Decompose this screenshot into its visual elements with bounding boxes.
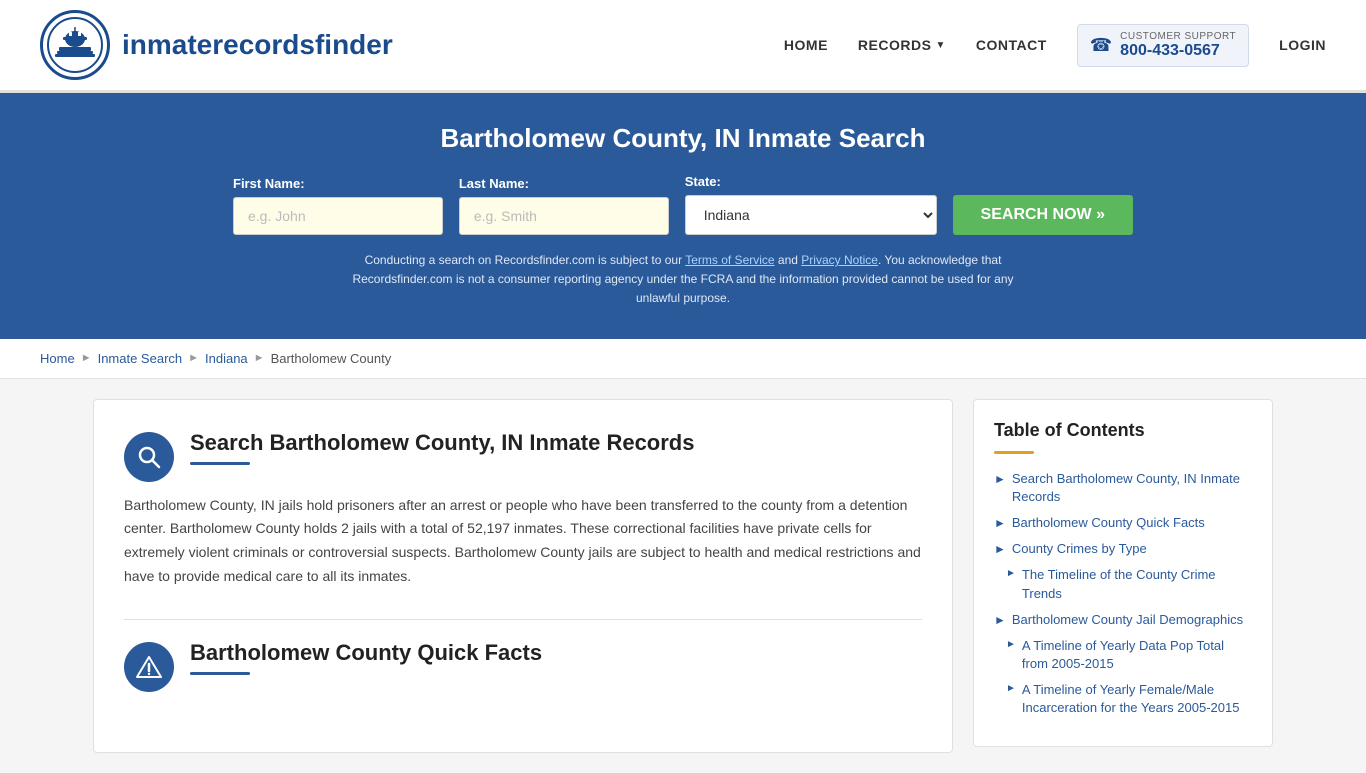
section2-header: Bartholomew County Quick Facts	[124, 640, 922, 692]
state-select[interactable]: Indiana	[685, 195, 937, 235]
hero-disclaimer: Conducting a search on Recordsfinder.com…	[333, 251, 1033, 309]
state-label: State:	[685, 174, 937, 189]
header: inmaterecordsfinder HOME RECORDS ▼ CONTA…	[0, 0, 1366, 93]
content-area: Search Bartholomew County, IN Inmate Rec…	[93, 399, 953, 753]
hero-section: Bartholomew County, IN Inmate Search Fir…	[0, 93, 1366, 339]
logo-text: inmaterecordsfinder	[122, 29, 393, 61]
last-name-group: Last Name:	[459, 176, 669, 235]
toc-item-7: ► A Timeline of Yearly Female/Male Incar…	[994, 681, 1252, 717]
toc-item-4: ► The Timeline of the County Crime Trend…	[994, 566, 1252, 602]
breadcrumb-sep-1: ►	[81, 352, 92, 364]
toc-link-6[interactable]: A Timeline of Yearly Data Pop Total from…	[1022, 637, 1252, 673]
breadcrumb-sep-2: ►	[188, 352, 199, 364]
logo-area: inmaterecordsfinder	[40, 10, 393, 80]
toc-link-7[interactable]: A Timeline of Yearly Female/Male Incarce…	[1022, 681, 1252, 717]
tos-link[interactable]: Terms of Service	[685, 253, 774, 267]
toc-item-5: ► Bartholomew County Jail Demographics	[994, 611, 1252, 629]
last-name-input[interactable]	[459, 197, 669, 235]
first-name-input[interactable]	[233, 197, 443, 235]
toc-list: ► Search Bartholomew County, IN Inmate R…	[994, 470, 1252, 718]
breadcrumb-current: Bartholomew County	[271, 351, 392, 366]
toc-title: Table of Contents	[994, 420, 1252, 441]
section1-underline	[190, 462, 250, 465]
nav-home[interactable]: HOME	[784, 37, 828, 53]
toc-item-1: ► Search Bartholomew County, IN Inmate R…	[994, 470, 1252, 506]
sidebar: Table of Contents ► Search Bartholomew C…	[973, 399, 1273, 753]
toc-link-5[interactable]: Bartholomew County Jail Demographics	[1012, 611, 1243, 629]
hero-title: Bartholomew County, IN Inmate Search	[40, 123, 1326, 154]
warning-circle-icon	[124, 642, 174, 692]
section-inmate-records: Search Bartholomew County, IN Inmate Rec…	[124, 430, 922, 589]
toc-chevron-icon-5: ►	[994, 613, 1006, 627]
nav-contact[interactable]: CONTACT	[976, 37, 1047, 53]
toc-item-3: ► County Crimes by Type	[994, 540, 1252, 558]
breadcrumb-sep-3: ►	[254, 352, 265, 364]
section1-title: Search Bartholomew County, IN Inmate Rec…	[190, 430, 694, 456]
toc-link-1[interactable]: Search Bartholomew County, IN Inmate Rec…	[1012, 470, 1252, 506]
search-form: First Name: Last Name: State: Indiana SE…	[233, 174, 1133, 235]
logo-inmate: inmaterecords	[122, 29, 315, 60]
support-phone: 800-433-0567	[1120, 42, 1236, 60]
search-circle-icon	[124, 432, 174, 482]
breadcrumb: Home ► Inmate Search ► Indiana ► Barthol…	[0, 339, 1366, 379]
breadcrumb-inmate-search[interactable]: Inmate Search	[98, 351, 183, 366]
section-divider	[124, 619, 922, 620]
chevron-down-icon: ▼	[935, 40, 945, 51]
main-container: Search Bartholomew County, IN Inmate Rec…	[53, 399, 1313, 753]
logo-finder: finder	[315, 29, 393, 60]
toc-box: Table of Contents ► Search Bartholomew C…	[973, 399, 1273, 747]
section1-text: Bartholomew County, IN jails hold prison…	[124, 494, 922, 589]
customer-support: ☎ CUSTOMER SUPPORT 800-433-0567	[1077, 24, 1249, 67]
last-name-label: Last Name:	[459, 176, 669, 191]
first-name-group: First Name:	[233, 176, 443, 235]
toc-chevron-icon-7: ►	[1006, 683, 1016, 694]
section2-title: Bartholomew County Quick Facts	[190, 640, 542, 666]
breadcrumb-indiana[interactable]: Indiana	[205, 351, 248, 366]
search-button[interactable]: SEARCH NOW »	[953, 195, 1133, 235]
main-nav: HOME RECORDS ▼ CONTACT ☎ CUSTOMER SUPPOR…	[784, 24, 1326, 67]
toc-link-4[interactable]: The Timeline of the County Crime Trends	[1022, 566, 1252, 602]
toc-chevron-icon-4: ►	[1006, 568, 1016, 579]
toc-chevron-icon-2: ►	[994, 516, 1006, 530]
toc-link-2[interactable]: Bartholomew County Quick Facts	[1012, 514, 1205, 532]
section2-underline	[190, 672, 250, 675]
section1-header: Search Bartholomew County, IN Inmate Rec…	[124, 430, 922, 482]
nav-records[interactable]: RECORDS ▼	[858, 37, 946, 53]
capitol-icon	[47, 17, 103, 73]
state-group: State: Indiana	[685, 174, 937, 235]
first-name-label: First Name:	[233, 176, 443, 191]
toc-link-3[interactable]: County Crimes by Type	[1012, 540, 1147, 558]
toc-item-2: ► Bartholomew County Quick Facts	[994, 514, 1252, 532]
toc-chevron-icon-3: ►	[994, 542, 1006, 556]
nav-login[interactable]: LOGIN	[1279, 37, 1326, 53]
privacy-link[interactable]: Privacy Notice	[801, 253, 878, 267]
toc-underline	[994, 451, 1034, 454]
logo-icon	[40, 10, 110, 80]
support-label: CUSTOMER SUPPORT	[1120, 31, 1236, 42]
toc-item-6: ► A Timeline of Yearly Data Pop Total fr…	[994, 637, 1252, 673]
breadcrumb-home[interactable]: Home	[40, 351, 75, 366]
section-quick-facts: Bartholomew County Quick Facts	[124, 640, 922, 692]
toc-chevron-icon-1: ►	[994, 472, 1006, 486]
phone-icon: ☎	[1090, 35, 1112, 56]
toc-chevron-icon-6: ►	[1006, 639, 1016, 650]
